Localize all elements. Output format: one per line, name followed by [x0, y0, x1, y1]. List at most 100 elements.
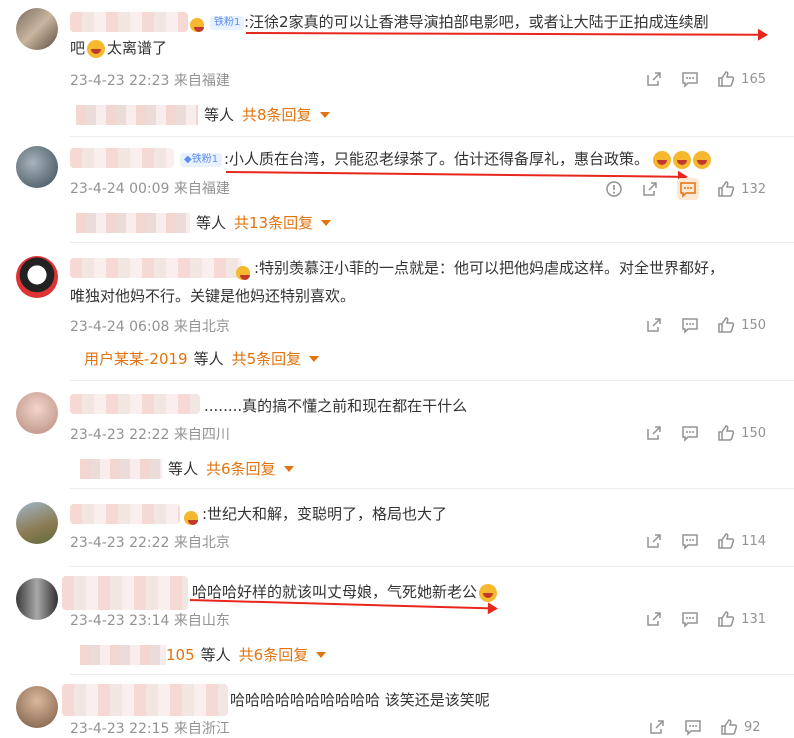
expand-replies-link[interactable]: 共5条回复	[232, 348, 320, 369]
avatar[interactable]	[16, 686, 58, 728]
comment-button[interactable]	[681, 70, 699, 88]
comment-actions: 150	[627, 316, 766, 334]
comment-text: 哈哈哈哈哈哈哈哈哈哈 该笑还是该笑呢	[230, 691, 490, 709]
comment-item: 铁粉1 :汪徐2家真的可以让香港导演拍部电影吧，或者让大陆于正拍成连续剧 吧太离…	[0, 0, 794, 130]
fan-badge-icon	[184, 507, 198, 526]
thumbs-up-icon	[718, 533, 735, 549]
laugh-emoji-icon	[653, 150, 672, 169]
share-icon	[650, 720, 664, 734]
red-arrow-annotation	[245, 32, 767, 36]
comment-meta: 23-4-24 06:08 来自北京	[70, 319, 230, 335]
like-count: 165	[741, 71, 766, 87]
avatar[interactable]	[16, 146, 58, 188]
username-redacted[interactable]	[70, 12, 188, 32]
like-button[interactable]: 165	[717, 70, 766, 88]
comment-button[interactable]	[681, 532, 699, 550]
share-button[interactable]	[648, 718, 666, 736]
avatar[interactable]	[16, 256, 58, 298]
comment-meta: 23-4-23 22:15 来自浙江	[70, 721, 230, 737]
share-button[interactable]	[645, 70, 663, 88]
comment-button[interactable]	[681, 424, 699, 442]
fan-badge: 铁粉1	[210, 16, 245, 30]
like-button[interactable]: 114	[717, 532, 766, 550]
comment-item: :世纪大和解，变聪明了，格局也大了 23-4-23 22:22 来自北京 114	[0, 494, 794, 562]
divider	[70, 242, 794, 243]
like-button[interactable]: 150	[717, 424, 766, 442]
avatar[interactable]	[16, 502, 58, 544]
like-count: 92	[744, 719, 761, 735]
comment-button[interactable]	[681, 316, 699, 334]
thumbs-up-icon	[718, 71, 735, 87]
share-button[interactable]	[645, 424, 663, 442]
share-button[interactable]	[645, 316, 663, 334]
comment-button[interactable]	[677, 178, 700, 200]
username-redacted[interactable]	[62, 684, 228, 716]
avatar[interactable]	[16, 578, 58, 620]
share-button[interactable]	[645, 532, 663, 550]
username-redacted[interactable]	[70, 504, 180, 524]
like-button[interactable]: 132	[717, 180, 766, 198]
comment-text: :世纪大和解，变聪明了，格局也大了	[202, 505, 448, 523]
comment-item: 哈哈哈哈哈哈哈哈哈哈 该笑还是该笑呢 23-4-23 22:15 来自浙江 92	[0, 678, 794, 737]
comment-text-line2: 吧太离谱了	[70, 39, 168, 58]
fan-badge: ◆铁粉1	[180, 153, 223, 167]
divider	[70, 380, 794, 381]
reply-users-redacted	[76, 104, 198, 125]
comment-button[interactable]	[684, 718, 702, 736]
like-button[interactable]: 150	[717, 316, 766, 334]
reply-prefix: 等人	[200, 646, 231, 664]
comment-meta: 23-4-23 22:22 来自北京	[70, 535, 230, 551]
reply-user-link[interactable]: 105	[166, 646, 195, 664]
thumbs-up-icon	[718, 611, 735, 627]
thumbs-up-icon	[718, 425, 735, 441]
avatar[interactable]	[16, 392, 58, 434]
laugh-emoji-icon	[673, 150, 692, 169]
chevron-down-icon	[319, 111, 330, 118]
username-redacted[interactable]	[70, 148, 174, 168]
reply-prefix: 等人	[204, 106, 235, 124]
expand-replies-link[interactable]: 共6条回复	[206, 458, 294, 479]
expand-replies-link[interactable]: 共13条回复	[234, 212, 332, 233]
reply-prefix: 等人	[168, 460, 199, 478]
thumbs-up-icon	[718, 181, 735, 197]
thumbs-up-icon	[721, 719, 738, 735]
laugh-emoji-icon	[479, 583, 498, 602]
reply-summary: 等人 共6条回复	[80, 458, 294, 479]
report-icon	[606, 181, 622, 197]
comment-icon	[682, 534, 698, 550]
comment-text: :小人质在台湾，只能忍老绿茶了。估计还得备厚礼，惠台政策。	[224, 147, 712, 171]
username-redacted[interactable]	[70, 258, 242, 278]
reply-prefix: 等人	[196, 214, 227, 232]
share-icon	[643, 182, 657, 196]
reply-users-redacted	[76, 212, 190, 233]
comment-actions: 92	[630, 718, 766, 736]
chevron-down-icon	[283, 465, 294, 472]
expand-replies-link[interactable]: 共8条回复	[242, 104, 330, 125]
expand-replies-link[interactable]: 共6条回复	[239, 644, 327, 665]
share-icon	[647, 72, 661, 86]
comment-button[interactable]	[681, 610, 699, 628]
comment-item: ........真的搞不懂之前和现在都在干什么 23-4-23 22:22 来自…	[0, 384, 794, 488]
reply-users-redacted	[80, 644, 166, 665]
fan-badge-icon	[190, 14, 204, 33]
report-button[interactable]	[605, 180, 623, 198]
like-button[interactable]: 131	[717, 610, 766, 628]
thumbs-up-icon	[718, 317, 735, 333]
comment-meta: 23-4-23 22:23 来自福建	[70, 73, 230, 89]
like-count: 132	[741, 181, 766, 197]
avatar[interactable]	[16, 8, 58, 50]
share-button[interactable]	[641, 180, 659, 198]
username-redacted[interactable]	[70, 394, 200, 414]
reply-user-link[interactable]: 用户某某-2019	[84, 348, 188, 369]
comment-meta: 23-4-23 23:14 来自山东	[70, 613, 230, 629]
reply-users-redacted	[80, 458, 162, 479]
share-button[interactable]	[645, 610, 663, 628]
username-redacted[interactable]	[62, 576, 188, 610]
chevron-down-icon	[316, 651, 327, 658]
like-button[interactable]: 92	[720, 718, 766, 736]
comment-icon	[682, 612, 698, 628]
laugh-emoji-icon	[693, 150, 712, 169]
share-icon	[647, 318, 661, 332]
like-count: 150	[741, 317, 766, 333]
like-count: 131	[741, 611, 766, 627]
